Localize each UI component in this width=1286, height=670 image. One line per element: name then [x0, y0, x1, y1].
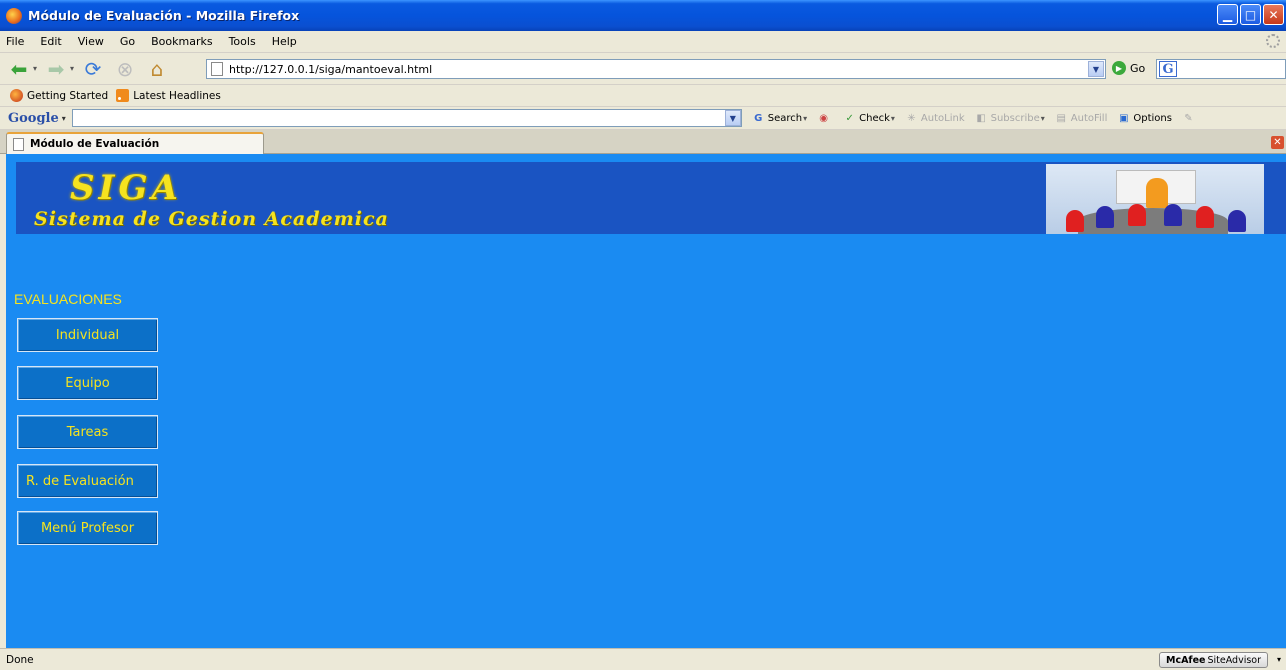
- student-shape: [1096, 206, 1114, 228]
- google-logo[interactable]: Google: [8, 111, 59, 126]
- search-label: Search: [767, 112, 803, 124]
- menu-profesor-button[interactable]: Menú Profesor: [17, 511, 158, 545]
- bookmark-label: Latest Headlines: [133, 89, 221, 102]
- equipo-button[interactable]: Equipo: [17, 366, 158, 400]
- home-icon[interactable]: ⌂: [144, 56, 170, 82]
- address-bar[interactable]: ▼: [206, 59, 1106, 79]
- reporte-evaluacion-button[interactable]: R. de Evaluación: [17, 464, 158, 498]
- close-window-button[interactable]: ✕: [1263, 4, 1284, 25]
- highlight-button[interactable]: ✎: [1182, 112, 1198, 125]
- go-button[interactable]: ▶ Go: [1112, 61, 1145, 75]
- siteadvisor-button[interactable]: McAfee SiteAdvisor: [1159, 652, 1268, 668]
- check-label: Check: [859, 112, 890, 124]
- subscribe-label: Subscribe: [990, 112, 1040, 124]
- firefox-icon: [6, 7, 22, 24]
- autofill-button[interactable]: ▤ AutoFill: [1055, 112, 1108, 125]
- tab-strip: Módulo de Evaluación ✕: [0, 130, 1286, 154]
- pencil-icon: ✎: [1184, 112, 1193, 124]
- status-text: Done: [6, 653, 34, 666]
- addon-name: SiteAdvisor: [1207, 654, 1261, 666]
- addon-brand: McAfee: [1166, 654, 1206, 666]
- stop-icon[interactable]: ⊗: [112, 56, 138, 82]
- menu-bookmarks[interactable]: Bookmarks: [151, 35, 212, 48]
- tareas-button[interactable]: Tareas: [17, 415, 158, 449]
- brand-logo: SIGA: [70, 168, 182, 208]
- google-menu-dropdown-icon[interactable]: ▾: [62, 114, 66, 123]
- subscribe-dropdown-icon: ▾: [1040, 113, 1045, 123]
- google-search-icon: G: [1159, 61, 1177, 77]
- google-search-button[interactable]: G Search ▾: [752, 112, 807, 125]
- section-title: EVALUACIONES: [14, 291, 122, 307]
- throbber-icon: [1266, 34, 1280, 48]
- firefox-bookmark-icon: [10, 89, 23, 102]
- page-icon: [211, 62, 223, 76]
- autolink-button[interactable]: ✳ AutoLink: [905, 112, 965, 125]
- forward-arrow-icon[interactable]: ➡: [43, 56, 69, 82]
- bookmark-label: Getting Started: [27, 89, 109, 102]
- autolink-label: AutoLink: [920, 112, 965, 124]
- subscribe-icon: ◧: [976, 112, 986, 124]
- site-banner: SIGA Sistema de Gestion Academica: [16, 162, 1286, 234]
- close-tab-icon[interactable]: ✕: [1271, 136, 1284, 149]
- menu-go[interactable]: Go: [120, 35, 135, 48]
- back-arrow-icon[interactable]: ⬅: [6, 56, 32, 82]
- tab-modulo-evaluacion[interactable]: Módulo de Evaluación: [6, 132, 264, 154]
- rss-icon: [116, 89, 130, 102]
- subscribe-button[interactable]: ◧ Subscribe ▾: [975, 112, 1045, 125]
- classroom-illustration: [1046, 164, 1264, 234]
- autofill-label: AutoFill: [1070, 112, 1108, 124]
- spellcheck-button[interactable]: ✓ Check ▾: [843, 112, 895, 125]
- page-content: SIGA Sistema de Gestion Academica EVALUA…: [6, 154, 1286, 648]
- window-title: Módulo de Evaluación - Mozilla Firefox: [28, 8, 300, 23]
- menu-tools[interactable]: Tools: [229, 35, 256, 48]
- url-dropdown-icon[interactable]: ▼: [1088, 61, 1104, 77]
- minimize-button[interactable]: ▁: [1217, 4, 1238, 25]
- window-titlebar[interactable]: Módulo de Evaluación - Mozilla Firefox ▁…: [0, 0, 1286, 31]
- bookmark-latest-headlines[interactable]: Latest Headlines: [116, 89, 221, 102]
- student-shape: [1164, 204, 1182, 226]
- teacher-shape: [1146, 178, 1168, 208]
- autofill-icon: ▤: [1056, 112, 1066, 124]
- back-dropdown-icon[interactable]: ▾: [33, 64, 37, 73]
- options-label: Options: [1133, 112, 1172, 124]
- forward-dropdown-icon[interactable]: ▾: [70, 64, 74, 73]
- student-shape: [1066, 210, 1084, 232]
- pagerank-button[interactable]: ◉: [817, 112, 833, 125]
- student-shape: [1228, 210, 1246, 232]
- page-icon: [13, 137, 24, 151]
- url-input[interactable]: [229, 62, 1088, 76]
- siteadvisor-dropdown-icon[interactable]: ▾: [1277, 655, 1281, 664]
- options-icon: ▣: [1119, 112, 1129, 124]
- menu-view[interactable]: View: [78, 35, 104, 48]
- tab-label: Módulo de Evaluación: [30, 138, 160, 150]
- menu-file[interactable]: File: [6, 35, 24, 48]
- status-bar: Done McAfee SiteAdvisor ▾: [0, 648, 1286, 670]
- go-label: Go: [1130, 61, 1146, 75]
- menu-help[interactable]: Help: [272, 35, 297, 48]
- google-g-icon: G: [754, 112, 763, 124]
- search-dropdown-icon: ▾: [803, 113, 808, 123]
- search-box[interactable]: G: [1156, 59, 1286, 79]
- pagerank-icon: ◉: [819, 112, 828, 124]
- window-controls: ▁ □ ✕: [1217, 4, 1284, 25]
- go-arrow-icon: ▶: [1112, 61, 1126, 75]
- student-shape: [1196, 206, 1214, 228]
- google-toolbar: Google ▾ ▼ G Search ▾ ◉ ✓ Check ▾ ✳ Auto…: [0, 107, 1286, 130]
- google-search-dropdown-icon[interactable]: ▼: [724, 110, 741, 126]
- check-dropdown-icon: ▾: [890, 113, 895, 123]
- bookmark-getting-started[interactable]: Getting Started: [10, 89, 108, 102]
- google-search-input[interactable]: ▼: [71, 109, 742, 127]
- autolink-icon: ✳: [907, 112, 916, 124]
- maximize-button[interactable]: □: [1240, 4, 1261, 25]
- navigation-toolbar: ⬅ ▾ ➡ ▾ ⟳ ⊗ ⌂ ▼ ▶ Go G: [0, 53, 1286, 85]
- bookmarks-toolbar: Getting Started Latest Headlines: [0, 85, 1286, 107]
- spellcheck-icon: ✓: [845, 112, 854, 124]
- menu-edit[interactable]: Edit: [40, 35, 61, 48]
- options-button[interactable]: ▣ Options: [1117, 112, 1172, 125]
- student-shape: [1128, 204, 1146, 226]
- individual-button[interactable]: Individual: [17, 318, 158, 352]
- reload-icon[interactable]: ⟳: [80, 56, 106, 82]
- menu-bar: File Edit View Go Bookmarks Tools Help: [0, 31, 1286, 53]
- brand-tagline: Sistema de Gestion Academica: [34, 208, 389, 230]
